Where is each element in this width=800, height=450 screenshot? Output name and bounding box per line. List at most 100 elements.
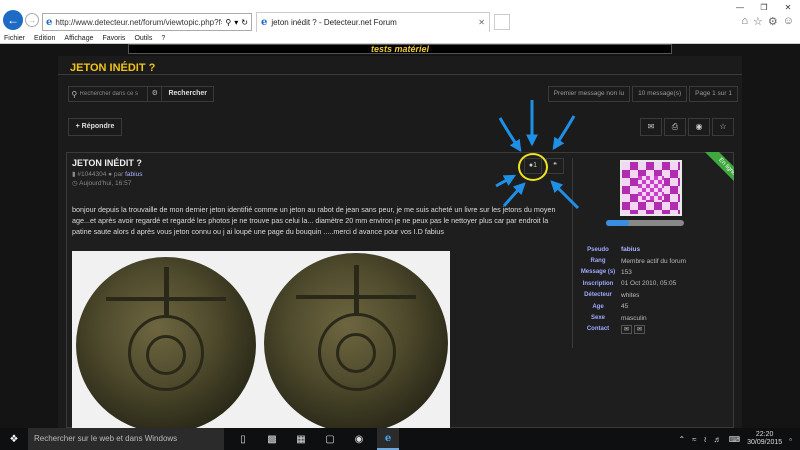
- tab-title: jeton inédit ? - Detecteur.net Forum: [271, 18, 397, 27]
- file-explorer-icon[interactable]: ▩: [261, 428, 283, 450]
- chrome-icon[interactable]: ◉: [348, 428, 370, 450]
- reply-button[interactable]: + Répondre: [68, 118, 122, 136]
- par-label: par: [113, 171, 124, 178]
- contact-key: Contact: [586, 326, 610, 333]
- profile-value: Membre actif du forum: [621, 257, 687, 265]
- topic-search: ⚲ Rechercher dans ce s ⚙ Rechercher: [68, 86, 214, 102]
- coin-inner-ring: [146, 335, 186, 375]
- quote-button[interactable]: ❝: [546, 158, 564, 174]
- minimize-icon[interactable]: —: [728, 0, 752, 14]
- dropdown-icon[interactable]: ▾: [234, 18, 238, 27]
- volume-icon[interactable]: ♬: [714, 435, 722, 444]
- site-banner[interactable]: tests matériel: [128, 44, 672, 54]
- clock-time: 22:20: [755, 431, 774, 438]
- search-button[interactable]: Rechercher: [161, 87, 213, 101]
- clock-date: 30/09/2015: [747, 439, 783, 446]
- notifications-icon[interactable]: ▫: [789, 435, 792, 444]
- url-text[interactable]: http://www.detecteur.net/forum/viewtopic…: [55, 18, 222, 27]
- window-controls: — ❐ ✕: [728, 0, 800, 14]
- start-button[interactable]: ❖: [0, 428, 28, 450]
- refresh-icon[interactable]: ↻: [241, 18, 248, 27]
- watch-topic-button[interactable]: ◉: [688, 118, 710, 136]
- store-icon[interactable]: ▦: [290, 428, 312, 450]
- back-button[interactable]: ←: [3, 10, 23, 30]
- profile-key: Détecteur: [584, 292, 612, 299]
- new-tab-button[interactable]: [494, 14, 510, 30]
- coin-obverse: [76, 257, 256, 433]
- coin-photo[interactable]: [72, 251, 450, 433]
- profile-info: Pseudo fabius Rang Membre actif du forum M…: [578, 244, 686, 335]
- favicon-icon: e: [261, 17, 268, 28]
- forward-button[interactable]: →: [25, 13, 39, 27]
- email-icon[interactable]: ✉: [634, 324, 645, 334]
- page-indicator[interactable]: Page 1 sur 1: [689, 86, 738, 102]
- post-id[interactable]: #1044304: [77, 171, 106, 178]
- home-icon[interactable]: ⌂: [741, 15, 748, 28]
- printer-icon: ⎙: [671, 122, 679, 131]
- internet-explorer-icon[interactable]: e: [377, 428, 399, 450]
- task-view-icon[interactable]: ▯: [232, 428, 254, 450]
- online-badge-text: En ligne: [704, 152, 734, 190]
- taskbar-search[interactable]: Rechercher sur le web et dans Windows: [28, 428, 224, 450]
- show-hidden-icon[interactable]: ⌃: [678, 435, 685, 444]
- browser-tools: ⌂ ☆ ⚙ ☺: [741, 15, 794, 28]
- message-count: 10 message(s): [632, 86, 688, 102]
- eye-icon: ◉: [695, 122, 703, 131]
- coin-mark: [164, 267, 169, 317]
- menu-affichage[interactable]: Affichage: [64, 35, 93, 42]
- post-author[interactable]: fabius: [125, 171, 142, 178]
- first-unread-link[interactable]: Premier message non lu: [547, 86, 631, 102]
- profile-row: Inscription 01 Oct 2010, 05:05: [578, 278, 686, 289]
- coin-mark: [296, 295, 416, 299]
- page-title[interactable]: JETON INÉDIT ?: [70, 62, 155, 74]
- tab-close-icon[interactable]: ✕: [478, 18, 485, 27]
- restore-icon[interactable]: ❐: [752, 0, 776, 14]
- menu-favoris[interactable]: Favoris: [102, 35, 125, 42]
- smiley-icon[interactable]: ☺: [783, 15, 794, 28]
- contact-buttons: ✉ ✉: [621, 324, 647, 334]
- keyboard-icon[interactable]: ⌨: [729, 435, 741, 444]
- profile-value: whites: [621, 291, 640, 299]
- quote-icon: ❝: [553, 162, 557, 169]
- menu-edition[interactable]: Edition: [34, 35, 55, 42]
- print-button[interactable]: ⎙: [664, 118, 686, 136]
- coin-inner-ring: [336, 333, 376, 373]
- clock[interactable]: 22:20 30/09/2015: [747, 431, 782, 447]
- menu-help[interactable]: ?: [161, 35, 165, 42]
- profile-value[interactable]: 153: [621, 269, 632, 276]
- profile-key: Message (s): [580, 269, 616, 276]
- avatar[interactable]: [620, 160, 682, 216]
- pm-icon[interactable]: ✉: [621, 324, 632, 334]
- profile-username[interactable]: fabius: [621, 246, 640, 253]
- post-title[interactable]: JETON INÉDIT ?: [72, 158, 142, 168]
- email-topic-button[interactable]: ✉: [640, 118, 662, 136]
- profile-key: Inscription: [582, 280, 614, 287]
- post-date: Aujourd'hui, 16:57: [79, 180, 132, 187]
- tab-current[interactable]: e jeton inédit ? - Detecteur.net Forum ✕: [256, 12, 490, 32]
- profile-value: 01 Oct 2010, 05:05: [621, 280, 677, 288]
- search-icon: ⚲: [71, 89, 78, 99]
- search-input[interactable]: Rechercher dans ce s: [80, 91, 147, 97]
- ie-taskbar-logo: e: [384, 432, 392, 444]
- bookmark-button[interactable]: ☆: [712, 118, 734, 136]
- search-icon[interactable]: ⚲: [225, 18, 231, 27]
- profile-row: Message (s) 153: [578, 267, 686, 278]
- profile-row: Pseudo fabius: [578, 244, 686, 255]
- profile-key: Sexe: [590, 315, 605, 322]
- close-icon[interactable]: ✕: [776, 0, 800, 14]
- menu-outils[interactable]: Outils: [134, 35, 152, 42]
- settings-gear-icon[interactable]: ⚙: [768, 15, 778, 28]
- network-icon[interactable]: ≈: [692, 435, 696, 444]
- menu-bar: Fichier Edition Affichage Favoris Outils…: [0, 33, 800, 44]
- profile-row: Age 45: [578, 301, 686, 312]
- reputation-bar: [606, 220, 684, 226]
- document-icon[interactable]: ▢: [319, 428, 341, 450]
- advanced-search-gear-icon[interactable]: ⚙: [147, 87, 161, 101]
- profile-key: Age: [592, 303, 604, 310]
- address-bar[interactable]: e http://www.detecteur.net/forum/viewtop…: [42, 13, 252, 31]
- favorites-star-icon[interactable]: ☆: [753, 15, 763, 28]
- menu-fichier[interactable]: Fichier: [4, 35, 25, 42]
- post-body: bonjour depuis la trouvaille de mon dern…: [72, 205, 556, 236]
- wifi-icon[interactable]: ≀: [704, 435, 707, 444]
- coin-reverse: [264, 253, 448, 433]
